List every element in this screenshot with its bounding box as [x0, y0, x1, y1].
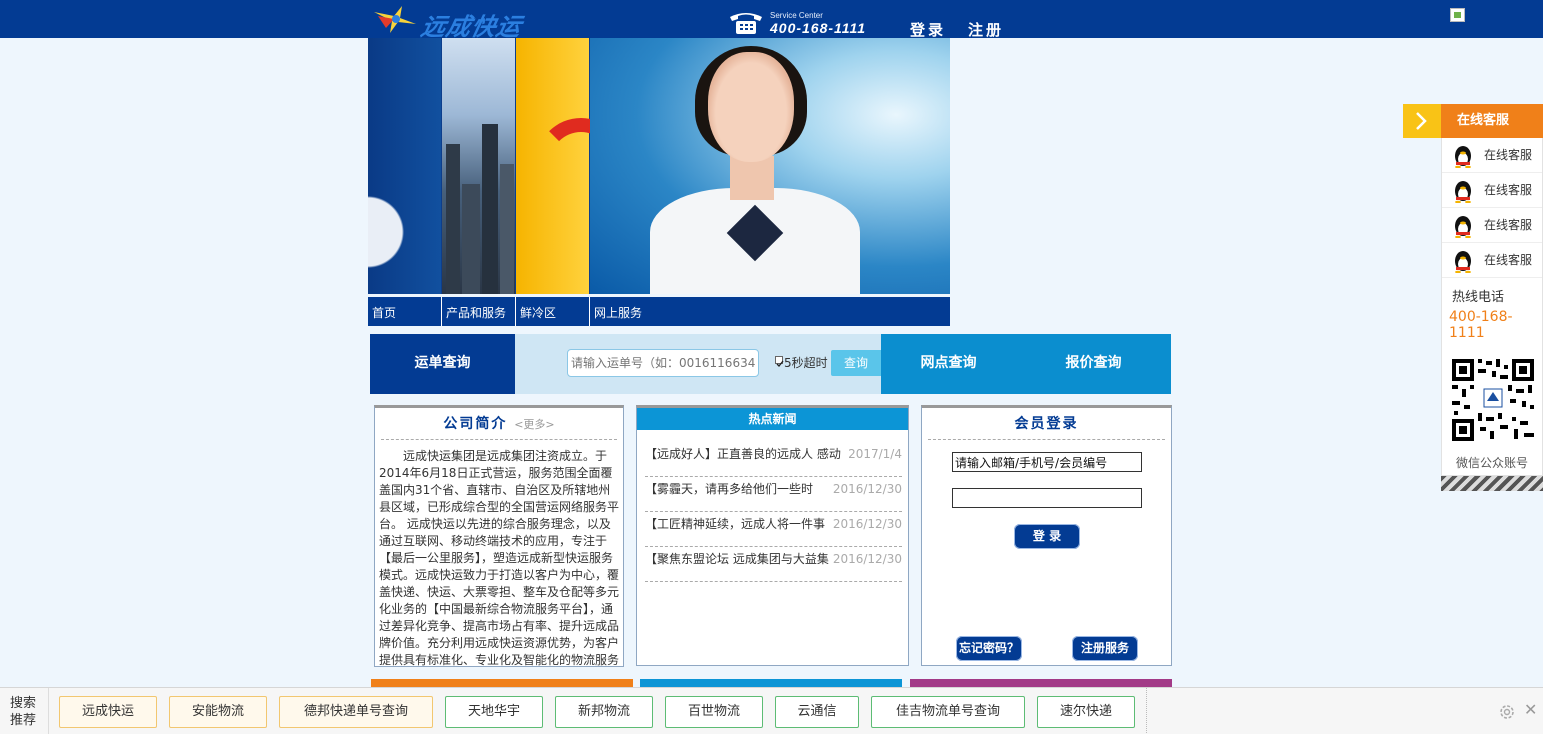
news-item-date: 2016/12/30 [832, 517, 902, 531]
intro-text: 远成快运集团是远成集团注资成立。于2014年6月18日正式营运，服务范围全面覆盖… [379, 449, 620, 667]
query-right-tabs: 网点查询 报价查询 [881, 334, 1171, 394]
section-bar-orange [371, 679, 633, 687]
search-tag[interactable]: 远成快运 [59, 696, 157, 728]
search-tag[interactable]: 佳吉物流单号查询 [871, 696, 1025, 728]
float-header[interactable]: 在线客服 [1403, 104, 1543, 138]
news-item-date: 2016/12/30 [832, 552, 902, 566]
tab-quote-query[interactable]: 报价查询 [1026, 334, 1161, 394]
qq-penguin-icon [1455, 216, 1471, 238]
wechat-qr-code [1448, 355, 1538, 445]
search-recommend-label: 搜索推荐 [10, 696, 37, 728]
search-recommend-bar: 搜索推荐 远成快运 安能物流 德邦快递单号查询 天地华宇 新邦物流 百世物流 云… [0, 687, 1543, 734]
member-login-title: 会员登录 [928, 408, 1165, 440]
collapse-arrow-icon[interactable] [1403, 104, 1441, 138]
news-item-date: 2017/1/4 [848, 447, 902, 461]
waybill-search-button[interactable]: 查询 [831, 350, 881, 376]
news-item-title[interactable]: 【远成好人】正直善良的远成人 感动 [645, 442, 841, 466]
gear-icon[interactable] [1498, 703, 1516, 721]
search-tag[interactable]: 安能物流 [169, 696, 267, 728]
news-item[interactable]: 【雾霾天，请再多给他们一些时 2016/12/30 [645, 477, 902, 512]
logo[interactable]: 远成快运 [372, 4, 572, 41]
nav-item-cold-chain[interactable]: 鲜冷区 [516, 297, 590, 326]
intro-more-link[interactable]: <更多> [514, 418, 554, 431]
section-bar-blue [640, 679, 902, 687]
news-item[interactable]: 【远成好人】正直善良的远成人 感动 2017/1/4 [645, 442, 902, 477]
forgot-password-button[interactable]: 忘记密码？ [956, 636, 1022, 661]
banner-panel-agent [590, 38, 950, 294]
search-tag[interactable]: 天地华宇 [445, 696, 543, 728]
service-center-label: Service Center [770, 11, 823, 20]
broken-image-icon [1450, 8, 1465, 22]
qq-service-item[interactable]: 在线客服 [1442, 243, 1542, 278]
top-register-link[interactable]: 注册 [968, 19, 1004, 40]
top-login-link[interactable]: 登录 [910, 19, 946, 40]
news-item[interactable]: 【聚焦东盟论坛 远成集团与大益集 2016/12/30 [645, 547, 902, 582]
section-bar-purple [910, 679, 1172, 687]
float-body: 在线客服 在线客服 在线客服 在线客服 热线电话 400-168-1111 微信… [1441, 138, 1543, 476]
qq-item-label: 在线客服 [1484, 148, 1533, 162]
hero-banner[interactable] [368, 38, 950, 294]
timeout-checkbox-label: 5秒超时 [784, 356, 828, 370]
search-tag[interactable]: 速尔快递 [1037, 696, 1135, 728]
banner-panel-city [442, 38, 515, 294]
qq-service-item[interactable]: 在线客服 [1442, 173, 1542, 208]
divider [1146, 688, 1147, 734]
qq-service-item[interactable]: 在线客服 [1442, 138, 1542, 173]
news-item-title[interactable]: 【聚焦东盟论坛 远成集团与大益集 [645, 547, 841, 571]
intro-header: 公司简介 <更多> [381, 408, 617, 440]
qq-penguin-icon [1455, 181, 1471, 203]
wechat-label: 微信公众账号 [1455, 456, 1528, 470]
news-item-date: 2016/12/30 [832, 482, 902, 496]
hot-news-box: 热点新闻 【远成好人】正直善良的远成人 感动 2017/1/4 【雾霾天，请再多给… [636, 405, 909, 666]
username-field[interactable] [952, 452, 1142, 472]
search-tag[interactable]: 百世物流 [665, 696, 763, 728]
news-item-title[interactable]: 【工匠精神延续，远成人将一件事 [645, 512, 841, 536]
register-service-button[interactable]: 注册服务 [1072, 636, 1138, 661]
qq-item-label: 在线客服 [1484, 183, 1533, 197]
top-bar: 远成快运 Service Center 400-168-1111 登录 注册 [0, 0, 1543, 41]
password-field[interactable] [952, 488, 1142, 508]
hotline-label: 热线电话 [1452, 290, 1505, 305]
customer-service-float: 在线客服 在线客服 在线客服 在线客服 在线客服 热线电话 400-168-11… [1403, 104, 1543, 491]
logo-text: 远成快运 [418, 12, 525, 41]
news-title: 热点新闻 [637, 408, 908, 430]
qq-item-label: 在线客服 [1484, 218, 1533, 232]
tab-waybill-query[interactable]: 运单查询 [370, 334, 515, 394]
telephone-icon [730, 13, 762, 34]
float-header-label: 在线客服 [1457, 113, 1510, 128]
tab-outlet-query[interactable]: 网点查询 [881, 334, 1016, 394]
member-login-box: 会员登录 登 录 忘记密码？ 注册服务 [921, 405, 1172, 666]
close-icon[interactable]: ✕ [1524, 700, 1537, 719]
news-item-title[interactable]: 【雾霾天，请再多给他们一些时 [645, 477, 841, 501]
news-item[interactable]: 【工匠精神延续，远成人将一件事 2016/12/30 [645, 512, 902, 547]
main-nav: 首页 产品和服务 鲜冷区 网上服务 [368, 297, 950, 326]
timeout-checkbox[interactable] [775, 356, 784, 367]
query-strip: 运单查询 5秒超时 查询 网点查询 报价查询 [370, 334, 1171, 394]
search-tag[interactable]: 德邦快递单号查询 [279, 696, 433, 728]
hotline-number: 400-168-1111 [1449, 309, 1513, 341]
logo-star-icon [374, 6, 416, 33]
login-button[interactable]: 登 录 [1014, 524, 1080, 549]
qq-penguin-icon [1455, 251, 1471, 273]
nav-item-home[interactable]: 首页 [368, 297, 442, 326]
banner-panel-yellow [516, 38, 626, 294]
waybill-input[interactable] [567, 349, 759, 377]
nav-item-products[interactable]: 产品和服务 [442, 297, 516, 326]
divider [48, 688, 49, 734]
qq-item-label: 在线客服 [1484, 253, 1533, 267]
qq-service-item[interactable]: 在线客服 [1442, 208, 1542, 243]
nav-item-online-service[interactable]: 网上服务 [590, 297, 950, 326]
float-bottom-stripe [1441, 476, 1543, 491]
service-phone: 400-168-1111 [770, 20, 867, 36]
intro-title: 公司简介 [443, 416, 508, 432]
search-tag[interactable]: 新邦物流 [555, 696, 653, 728]
qq-penguin-icon [1455, 146, 1471, 168]
company-intro-box: 公司简介 <更多> 远成快运集团是远成集团注资成立。于2014年6月18日正式营… [374, 405, 624, 667]
search-tag[interactable]: 云通信 [775, 696, 859, 728]
banner-panel-1 [368, 38, 441, 294]
news-list: 【远成好人】正直善良的远成人 感动 2017/1/4 【雾霾天，请再多给他们一些时… [637, 430, 908, 582]
